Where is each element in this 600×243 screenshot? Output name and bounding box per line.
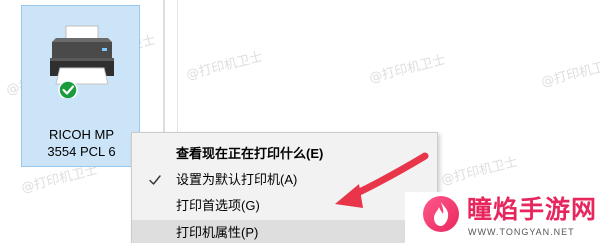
menu-item-printer-properties[interactable]: 打印机属性(P) [132, 220, 437, 243]
printer-icon [50, 25, 114, 98]
printer-name-line2: 3554 PCL 6 [47, 144, 116, 159]
flame-icon [434, 202, 449, 226]
watermark-text: @打印机卫士 [439, 154, 520, 189]
brand-url: WWW.TONGYAN.NET [468, 227, 575, 237]
brand-logo: 瞳焰手游网 WWW.TONGYAN.NET [405, 192, 600, 243]
menu-item-label: 打印首选项(G) [176, 198, 260, 213]
flame-logo-icon [423, 196, 459, 232]
checkmark-icon [149, 175, 161, 185]
menu-item-label: 打印机属性(P) [176, 225, 259, 240]
watermark-text: @打印机卫士 [184, 49, 265, 84]
watermark-text: @打印机卫士 [367, 52, 448, 87]
printer-name-line1: RICOH MP [49, 127, 114, 142]
menu-item-label: 查看现在正在打印什么(E) [176, 146, 324, 161]
watermark-text: @打印机卫士 [539, 56, 600, 91]
printer-name-label: RICOH MP 3554 PCL 6 [22, 126, 141, 160]
screenshot-canvas: @打印机卫士 @打印机卫士 @打印机卫士 @打印机卫士 @打印机卫士 @打印机卫… [0, 0, 600, 243]
brand-name: 瞳焰手游网 [467, 195, 598, 224]
menu-item-label: 设置为默认打印机(A) [176, 172, 298, 187]
printer-device-tile[interactable]: RICOH MP 3554 PCL 6 [21, 5, 140, 167]
